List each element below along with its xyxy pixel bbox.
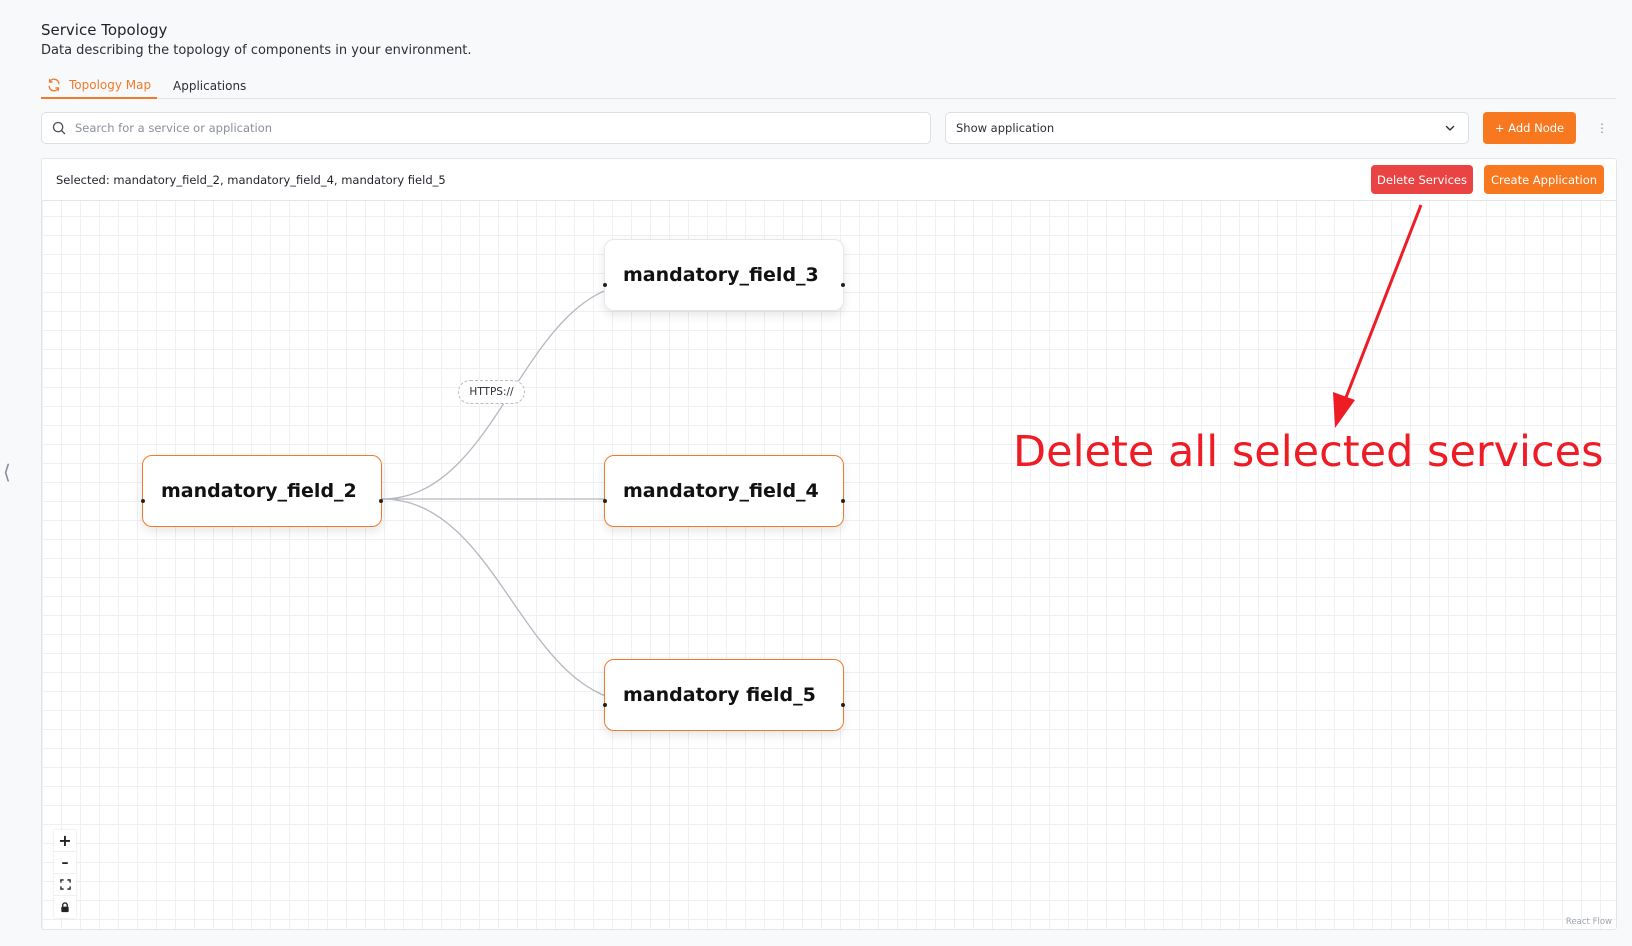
node-source-handle[interactable]	[841, 283, 845, 287]
page-subtitle: Data describing the topology of componen…	[41, 43, 472, 58]
search-icon	[52, 121, 66, 135]
node-target-handle[interactable]	[603, 499, 607, 503]
zoom-controls: + –	[54, 830, 76, 918]
node-target-handle[interactable]	[603, 283, 607, 287]
zoom-in-button[interactable]: +	[54, 830, 76, 852]
page-header: Service Topology Data describing the top…	[41, 20, 472, 60]
refresh-icon	[48, 78, 60, 91]
node-mandatory-field-3[interactable]: mandatory_field_3	[603, 239, 845, 311]
lock-icon	[61, 901, 69, 912]
edge-label[interactable]: HTTPS://	[458, 380, 525, 404]
node-mandatory-field-5[interactable]: mandatory field_5	[603, 659, 845, 731]
page-title: Service Topology	[41, 21, 168, 39]
annotation-text: Delete all selected services	[1013, 427, 1604, 477]
node-target-handle[interactable]	[603, 703, 607, 707]
search-input[interactable]	[75, 121, 895, 135]
node-label: mandatory_field_4	[623, 480, 819, 502]
node-source-handle[interactable]	[841, 703, 845, 707]
tab-topology-label: Topology Map	[69, 77, 152, 92]
fit-view-icon	[59, 879, 71, 890]
node-mandatory-field-2[interactable]: mandatory_field_2	[141, 455, 383, 527]
react-flow-attribution[interactable]: React Flow	[1566, 917, 1612, 927]
tab-topology-map[interactable]: Topology Map	[41, 72, 158, 99]
tab-bar: Topology Map Applications	[41, 72, 1616, 99]
tab-applications-label: Applications	[173, 78, 247, 93]
node-label: mandatory_field_3	[623, 264, 819, 286]
tab-applications[interactable]: Applications	[173, 72, 246, 99]
edge-2-to-5[interactable]	[381, 498, 643, 707]
search-box[interactable]	[41, 112, 931, 144]
chevron-down-icon	[1445, 125, 1455, 131]
select-value: Show application	[956, 121, 1055, 135]
show-application-select[interactable]: Show application	[945, 112, 1469, 144]
add-node-button[interactable]: + Add Node	[1483, 112, 1576, 144]
minus-icon: –	[61, 854, 69, 871]
node-source-handle[interactable]	[379, 499, 383, 503]
fit-view-button[interactable]	[54, 874, 76, 896]
node-label: mandatory_field_2	[161, 480, 357, 502]
plus-icon: +	[58, 830, 72, 850]
zoom-out-button[interactable]: –	[54, 852, 76, 874]
more-options-icon[interactable]: ⋮	[1596, 118, 1608, 138]
lock-button[interactable]	[54, 896, 76, 918]
collapse-sidebar-icon[interactable]: ⟨	[3, 462, 11, 482]
node-target-handle[interactable]	[141, 499, 145, 503]
node-label: mandatory field_5	[623, 684, 816, 706]
node-mandatory-field-4[interactable]: mandatory_field_4	[603, 455, 845, 527]
topology-canvas[interactable]: Selected: mandatory_field_2, mandatory_f…	[41, 158, 1617, 930]
node-source-handle[interactable]	[841, 499, 845, 503]
